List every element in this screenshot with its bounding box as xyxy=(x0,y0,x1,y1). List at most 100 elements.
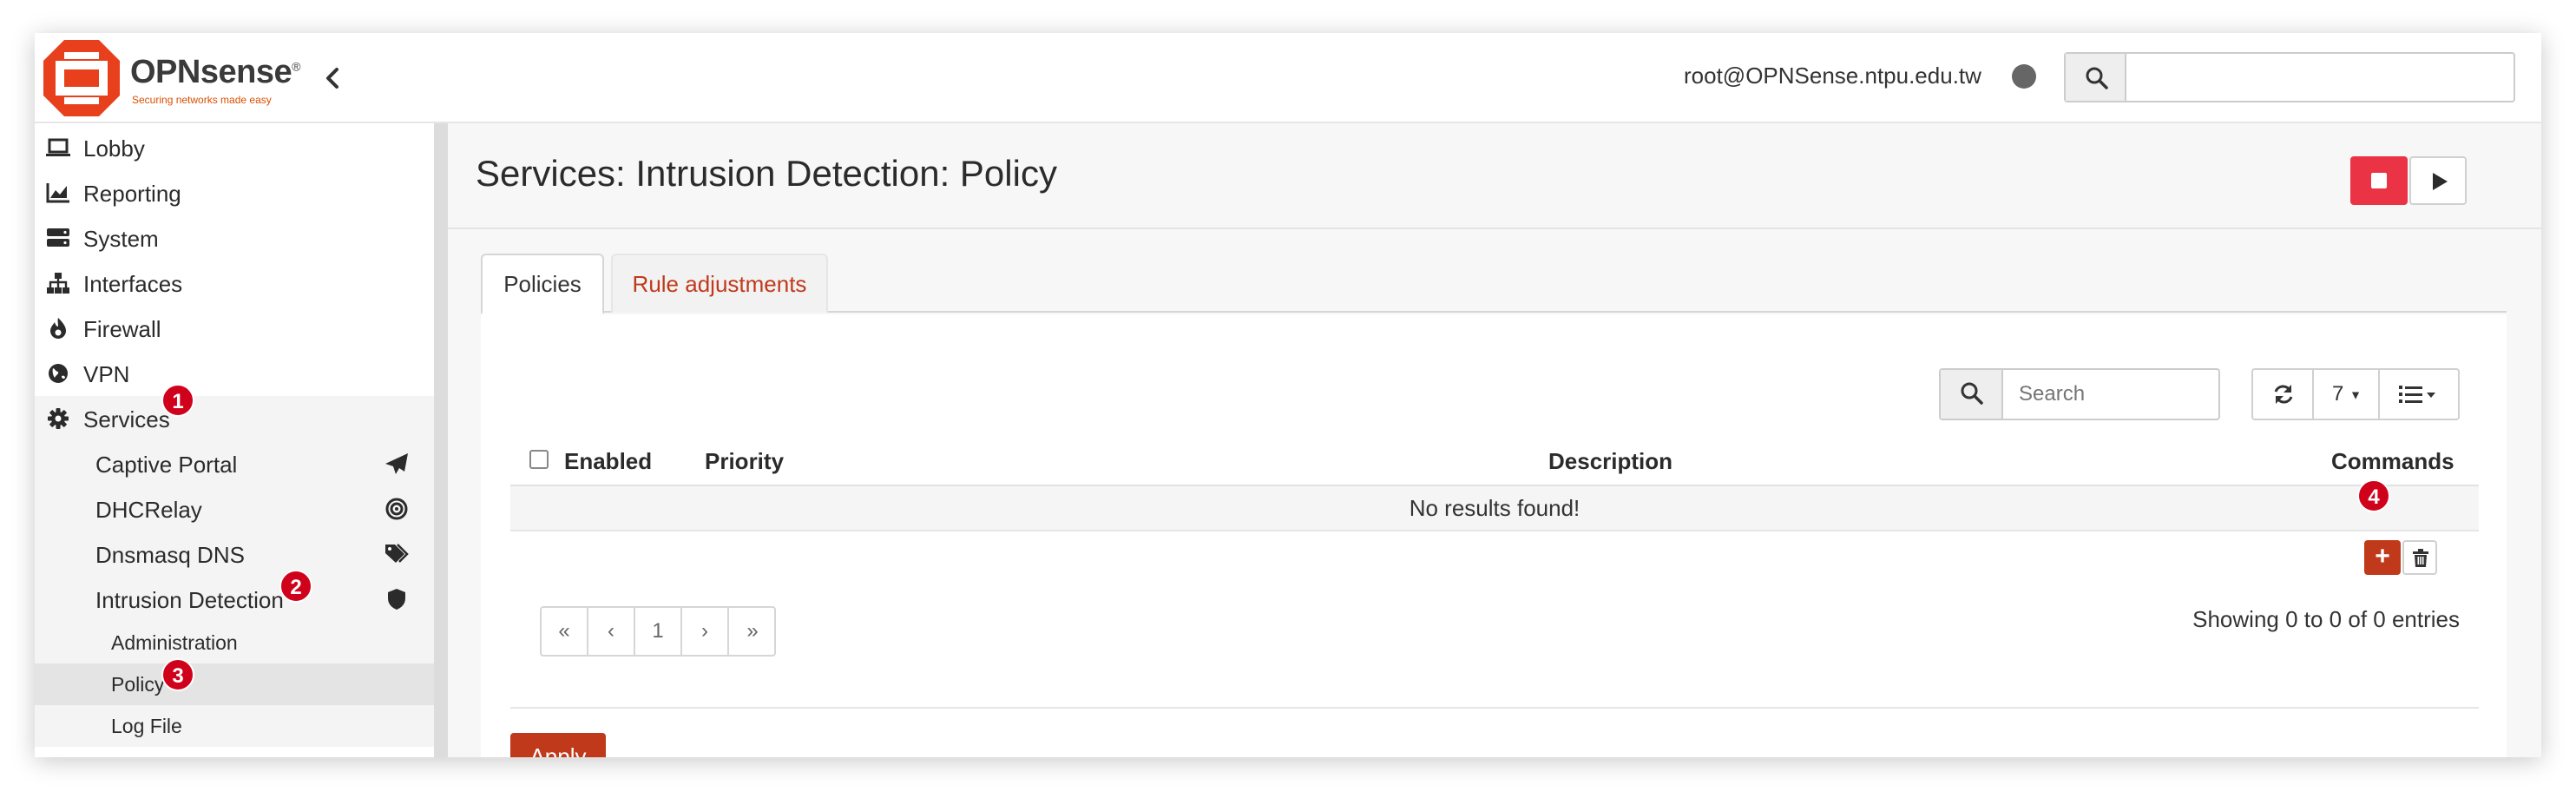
sidebar-item-label: Captive Portal xyxy=(95,452,238,478)
sidebar-item-dnsmasq-dns[interactable]: Dnsmasq DNS xyxy=(35,531,434,577)
brand-name: OPNsense® xyxy=(130,54,300,90)
step-badge-4: 4 xyxy=(2357,479,2390,512)
sidebar-item-label: System xyxy=(83,226,159,252)
user-account-link[interactable]: root@OPNSense.ntpu.edu.tw xyxy=(1684,63,1981,89)
fire-icon xyxy=(50,318,66,339)
grid-header-row: Enabled Priority Description Commands xyxy=(510,441,2479,486)
app-window: OPNsense® Securing networks made easy ro… xyxy=(35,33,2541,757)
sidebar-item-label: Interfaces xyxy=(83,271,183,297)
pagination-last[interactable]: » xyxy=(729,608,776,655)
pagination-page-1[interactable]: 1 xyxy=(635,608,682,655)
sidebar-item-label: Intrusion Detection xyxy=(95,587,284,613)
row-count-dropdown[interactable]: 7 ▼ xyxy=(2316,370,2380,419)
column-header-commands: Commands xyxy=(2331,448,2454,474)
step-badge-1: 1 xyxy=(161,384,194,417)
column-header-priority[interactable]: Priority xyxy=(705,448,784,475)
grid-actions: 7 ▼ xyxy=(2251,368,2460,420)
sidebar: Lobby Reporting System Interfaces Firewa… xyxy=(35,123,434,757)
start-service-button[interactable] xyxy=(2409,156,2467,205)
sidebar-item-log-file[interactable]: Log File xyxy=(35,705,434,747)
sidebar-item-system[interactable]: System xyxy=(35,215,434,261)
sidebar-item-label: Administration xyxy=(111,631,238,654)
select-all-checkbox[interactable] xyxy=(529,450,549,469)
play-icon xyxy=(2433,173,2448,190)
sidebar-item-reporting[interactable]: Reporting xyxy=(35,170,434,215)
sidebar-item-lobby[interactable]: Lobby xyxy=(35,125,434,170)
apply-button[interactable]: Apply xyxy=(510,733,606,757)
global-search-input[interactable] xyxy=(2128,54,2514,101)
pagination-next[interactable]: › xyxy=(682,608,729,655)
sidebar-item-label: DHCRelay xyxy=(95,497,202,523)
sidebar-item-services[interactable]: Services xyxy=(35,396,434,441)
sidebar-item-label: Policy xyxy=(111,673,165,696)
sidebar-item-label: Log File xyxy=(111,715,182,737)
globe-icon xyxy=(49,364,68,383)
sidebar-item-label: Firewall xyxy=(83,316,161,342)
divider xyxy=(510,707,2479,709)
chart-icon xyxy=(46,183,69,203)
caret-down-icon: ▼ xyxy=(2349,387,2362,402)
sidebar-item-intrusion-detection[interactable]: Intrusion Detection xyxy=(35,577,434,622)
sidebar-item-label: Services xyxy=(83,406,170,432)
trash-icon xyxy=(2413,549,2428,567)
sitemap-icon xyxy=(47,273,69,294)
chevron-left-icon xyxy=(326,68,338,89)
grid-search-input[interactable] xyxy=(2005,370,2218,419)
status-dot-icon[interactable] xyxy=(2012,64,2036,89)
grid-search xyxy=(1939,368,2220,420)
brand-tagline: Securing networks made easy xyxy=(132,94,272,106)
column-header-description[interactable]: Description xyxy=(1548,448,1672,475)
search-icon xyxy=(2086,67,2108,89)
paper-plane-icon xyxy=(385,453,408,474)
row-count-value: 7 xyxy=(2332,382,2344,406)
sidebar-item-label: Lobby xyxy=(83,135,145,162)
collapse-sidebar-button[interactable] xyxy=(314,59,352,97)
tab-rule-adjustments[interactable]: Rule adjustments xyxy=(611,254,828,313)
opnsense-logo[interactable]: OPNsense® Securing networks made easy xyxy=(43,40,304,116)
page-header: Services: Intrusion Detection: Policy xyxy=(448,123,2541,229)
list-icon xyxy=(2399,386,2435,403)
policies-panel: 7 ▼ Enabled Priority Description Command… xyxy=(481,314,2507,757)
empty-results-row: No results found! xyxy=(510,486,2479,531)
sidebar-item-interfaces[interactable]: Interfaces xyxy=(35,261,434,306)
global-search xyxy=(2064,52,2515,102)
pagination: « ‹ 1 › » xyxy=(540,606,776,657)
bullseye-icon xyxy=(385,498,408,520)
add-policy-button[interactable]: + xyxy=(2364,540,2401,575)
server-icon xyxy=(47,228,69,247)
column-header-enabled[interactable]: Enabled xyxy=(564,448,652,475)
step-badge-3: 3 xyxy=(161,658,194,691)
search-icon xyxy=(1961,382,1983,405)
sidebar-item-vpn[interactable]: VPN xyxy=(35,351,434,396)
sidebar-item-label: Reporting xyxy=(83,181,181,207)
sidebar-item-label: Dnsmasq DNS xyxy=(95,542,245,568)
gear-icon xyxy=(48,408,69,429)
delete-selected-button[interactable] xyxy=(2402,540,2437,575)
refresh-icon xyxy=(2274,385,2293,404)
columns-dropdown[interactable] xyxy=(2382,370,2458,419)
laptop-icon xyxy=(46,138,70,156)
pagination-first[interactable]: « xyxy=(542,608,588,655)
sidebar-scrollbar[interactable] xyxy=(434,123,448,757)
refresh-button[interactable] xyxy=(2253,370,2314,419)
page-title: Services: Intrusion Detection: Policy xyxy=(476,153,1057,194)
sidebar-item-administration[interactable]: Administration xyxy=(35,622,434,663)
sidebar-item-label: VPN xyxy=(83,361,130,387)
grid-search-addon xyxy=(1941,370,2003,419)
search-addon xyxy=(2066,54,2126,101)
stop-service-button[interactable] xyxy=(2350,156,2408,205)
stop-icon xyxy=(2371,173,2387,188)
pagination-previous[interactable]: ‹ xyxy=(588,608,635,655)
sidebar-item-firewall[interactable]: Firewall xyxy=(35,306,434,351)
sidebar-item-dhcrelay[interactable]: DHCRelay xyxy=(35,486,434,531)
sidebar-item-captive-portal[interactable]: Captive Portal xyxy=(35,441,434,486)
tab-policies[interactable]: Policies xyxy=(481,254,604,314)
sidebar-item-policy[interactable]: Policy xyxy=(35,663,434,705)
tags-icon xyxy=(385,544,409,563)
shield-icon xyxy=(388,589,405,610)
entries-info: Showing 0 to 0 of 0 entries xyxy=(2192,606,2460,632)
tab-bar: Policies Rule adjustments xyxy=(481,252,2507,314)
top-navbar: OPNsense® Securing networks made easy ro… xyxy=(35,33,2541,123)
opnsense-logo-mark-icon xyxy=(43,40,120,116)
step-badge-2: 2 xyxy=(279,570,312,603)
